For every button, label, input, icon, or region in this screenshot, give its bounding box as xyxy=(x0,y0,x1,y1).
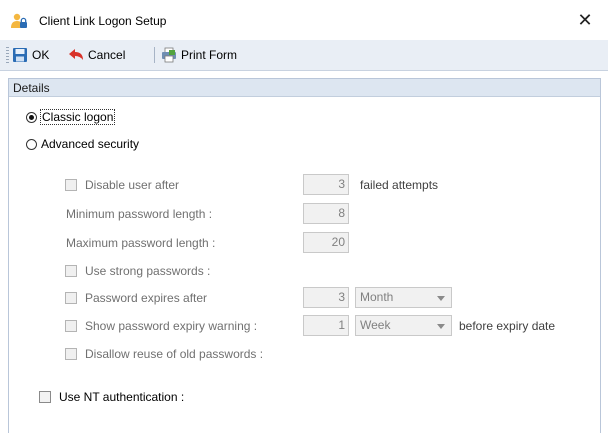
disallow-reuse-label: Disallow reuse of old passwords : xyxy=(85,347,264,361)
classic-logon-label: Classic logon xyxy=(39,109,116,125)
expiry-warning-input[interactable]: 1 xyxy=(303,315,349,336)
expiry-warning-unit-select[interactable]: Week xyxy=(355,315,452,336)
password-expires-unit-value: Month xyxy=(360,290,394,304)
before-expiry-suffix: before expiry date xyxy=(459,319,556,333)
save-icon xyxy=(13,48,27,62)
radio-unselected-indicator xyxy=(26,138,37,150)
max-password-length-label: Maximum password length : xyxy=(66,236,216,250)
title-bar: Client Link Logon Setup ✕ xyxy=(0,0,608,40)
password-expires-label: Password expires after xyxy=(85,291,208,305)
checkbox-box xyxy=(65,179,77,191)
password-expires-unit-select[interactable]: Month xyxy=(355,287,452,308)
undo-arrow-icon xyxy=(69,49,83,60)
ok-label: OK xyxy=(32,48,50,62)
password-expires-input[interactable]: 3 xyxy=(303,287,349,308)
advanced-security-label: Advanced security xyxy=(41,137,140,151)
print-form-label: Print Form xyxy=(181,48,238,62)
failed-attempts-input[interactable]: 3 xyxy=(303,174,349,195)
failed-attempts-suffix: failed attempts xyxy=(360,178,439,192)
toolbar-grip[interactable] xyxy=(6,47,9,63)
window-title: Client Link Logon Setup xyxy=(39,14,167,28)
use-strong-passwords-label: Use strong passwords : xyxy=(85,264,211,278)
password-expires-checkbox[interactable]: Password expires after xyxy=(65,291,207,305)
ok-button[interactable]: OK xyxy=(12,44,49,66)
close-button[interactable]: ✕ xyxy=(562,0,608,40)
use-nt-authentication-label: Use NT authentication : xyxy=(59,390,185,404)
details-panel: Details Classic logon Advanced security … xyxy=(8,78,601,433)
toolbar-separator xyxy=(154,47,155,63)
details-header: Details xyxy=(9,79,600,97)
show-expiry-warning-checkbox[interactable]: Show password expiry warning : xyxy=(65,319,257,333)
classic-logon-radio[interactable]: Classic logon xyxy=(26,109,116,125)
use-nt-authentication-checkbox[interactable]: Use NT authentication : xyxy=(39,390,184,404)
min-password-length-input[interactable]: 8 xyxy=(303,203,349,224)
chevron-down-icon xyxy=(437,324,445,329)
show-expiry-warning-label: Show password expiry warning : xyxy=(85,319,258,333)
disallow-reuse-checkbox[interactable]: Disallow reuse of old passwords : xyxy=(65,347,263,361)
disable-user-label: Disable user after xyxy=(85,178,180,192)
print-form-button[interactable]: Print Form xyxy=(161,44,237,66)
checkbox-box xyxy=(65,265,77,277)
checkbox-box xyxy=(65,292,77,304)
toolbar: OK Cancel Print Form xyxy=(0,40,608,71)
checkbox-box xyxy=(65,348,77,360)
printer-icon xyxy=(162,47,176,63)
use-strong-passwords-checkbox[interactable]: Use strong passwords : xyxy=(65,264,210,278)
advanced-security-radio[interactable]: Advanced security xyxy=(26,137,139,151)
user-lock-icon xyxy=(11,13,27,28)
cancel-label: Cancel xyxy=(88,48,126,62)
close-icon: ✕ xyxy=(577,9,593,30)
chevron-down-icon xyxy=(437,296,445,301)
cancel-button[interactable]: Cancel xyxy=(68,44,125,66)
checkbox-box xyxy=(39,391,51,403)
min-password-length-label: Minimum password length : xyxy=(66,207,213,221)
details-header-label: Details xyxy=(13,81,50,95)
disable-user-checkbox[interactable]: Disable user after xyxy=(65,178,179,192)
max-password-length-input[interactable]: 20 xyxy=(303,232,349,253)
expiry-warning-unit-value: Week xyxy=(360,318,391,332)
radio-selected-indicator xyxy=(26,111,37,123)
checkbox-box xyxy=(65,320,77,332)
